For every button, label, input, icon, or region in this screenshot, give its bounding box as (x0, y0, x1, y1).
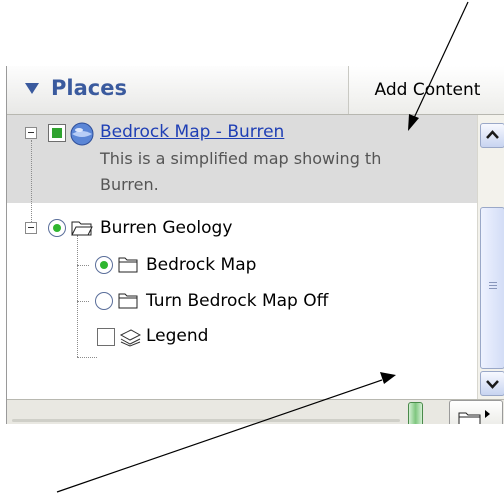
root-description-line1: This is a simplified map showing th (100, 149, 382, 168)
layers-icon (119, 329, 141, 347)
group-radio[interactable] (48, 219, 66, 237)
vertical-scrollbar[interactable] (477, 115, 504, 399)
collapse-root-expander[interactable] (25, 127, 37, 139)
places-title-label: Places (51, 76, 127, 100)
root-layer-link[interactable]: Bedrock Map - Burren (100, 122, 284, 142)
grip-line (489, 282, 497, 283)
opacity-slider-thumb[interactable] (408, 402, 423, 424)
child-radio-bedrock-map[interactable] (95, 256, 113, 274)
scroll-down-button[interactable] (480, 371, 504, 396)
legend-label: Legend (146, 326, 209, 346)
places-tree: Bedrock Map - Burren This is a simplifie… (7, 115, 477, 399)
places-header: Places Add Content (7, 66, 504, 115)
legend-checkbox[interactable] (97, 328, 115, 346)
open-folder-icon (71, 221, 93, 236)
scroll-up-button[interactable] (480, 123, 504, 148)
tree-guide-line (77, 235, 78, 357)
chevron-up-icon (486, 130, 499, 139)
root-visibility-checkbox[interactable] (48, 124, 66, 142)
chevron-down-icon (486, 380, 499, 389)
globe-icon (70, 122, 94, 146)
bottom-toolbar (7, 399, 504, 424)
folder-icon (118, 293, 138, 309)
tree-guide-line (77, 265, 89, 266)
tree-guide-line (31, 140, 32, 222)
collapse-triangle-icon (25, 82, 39, 94)
tree-guide-line (77, 301, 89, 302)
add-content-button[interactable]: Add Content (348, 66, 504, 114)
opacity-slider-track[interactable] (12, 419, 400, 422)
places-panel: Places Add Content Bedrock Map - Burren … (6, 66, 504, 424)
root-description-line2: Burren. (100, 175, 159, 194)
collapse-group-expander[interactable] (25, 222, 37, 234)
group-label: Burren Geology (100, 218, 233, 238)
grip-line (489, 288, 497, 289)
folder-icon (118, 257, 138, 273)
folder-arrow-icon (458, 410, 490, 424)
places-toggle[interactable]: Places (25, 76, 127, 100)
grip-line (489, 285, 497, 286)
child-label-turn-off: Turn Bedrock Map Off (146, 291, 329, 311)
child-radio-turn-off[interactable] (95, 292, 113, 310)
scroll-thumb[interactable] (480, 207, 504, 369)
child-label-bedrock-map: Bedrock Map (146, 255, 257, 275)
folder-menu-button[interactable] (449, 400, 503, 424)
tree-guide-line (77, 357, 97, 358)
